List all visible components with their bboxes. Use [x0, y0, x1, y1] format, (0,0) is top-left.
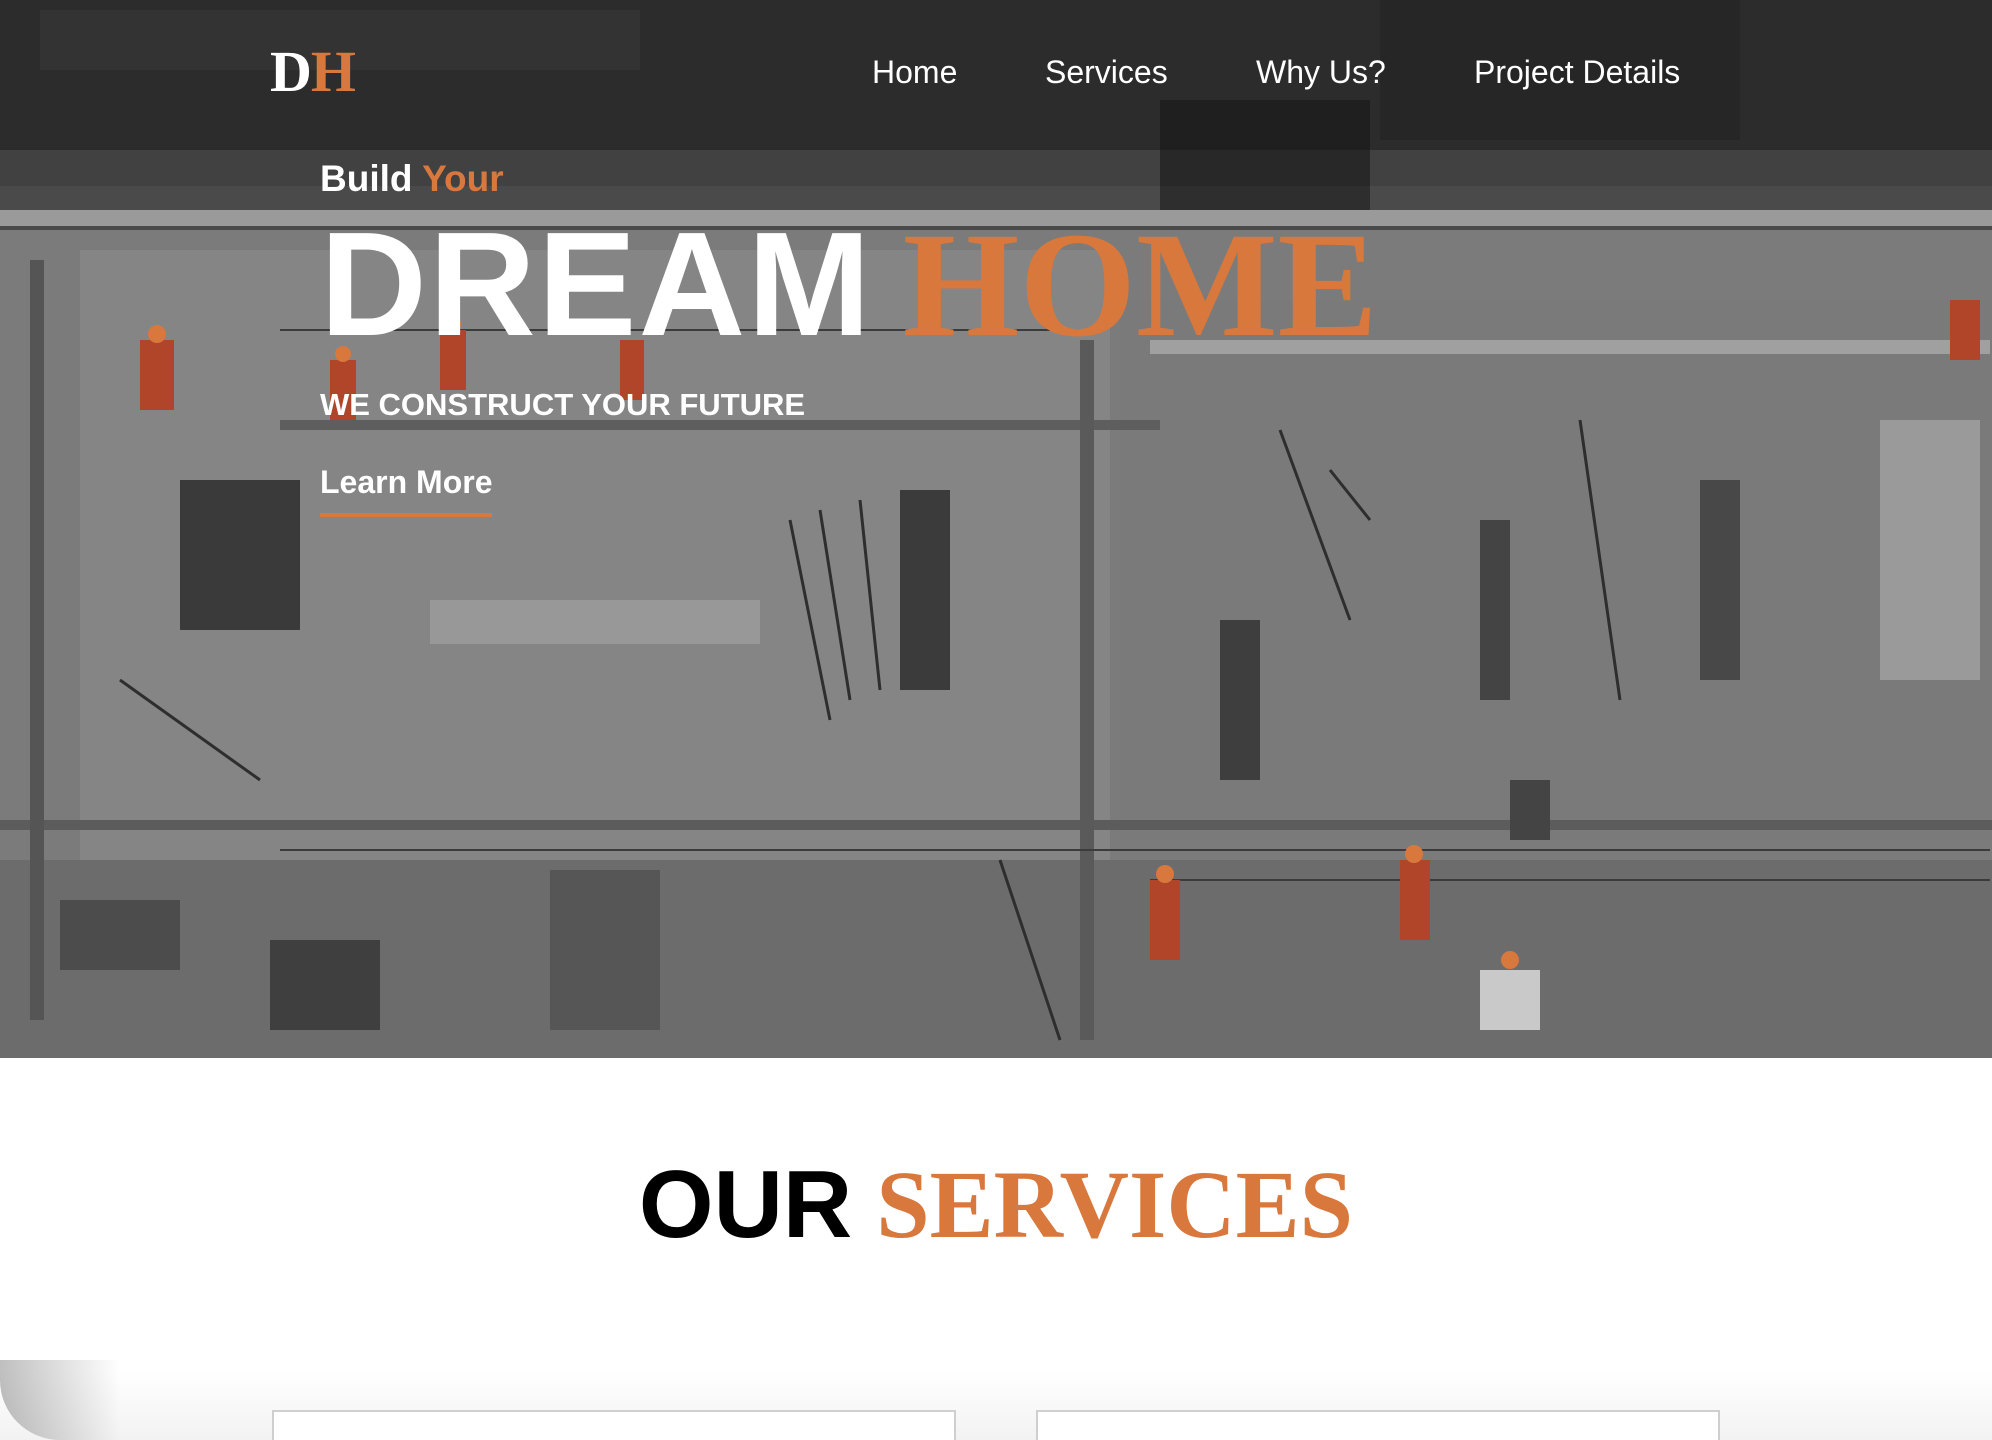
logo-letter-h: H [310, 39, 356, 104]
nav-divider-strip [0, 150, 1992, 186]
services-heading: OUR SERVICES [0, 1150, 1992, 1285]
brand-logo[interactable]: DH [270, 39, 356, 104]
nav-link-why-us[interactable]: Why Us? [1256, 52, 1386, 92]
hero-headline: DREAM HOME [320, 210, 1378, 399]
hero-section: DH Home Services Why Us? Project Details… [0, 0, 1992, 1058]
nav-link-project-details[interactable]: Project Details [1474, 52, 1680, 92]
services-heading-services: SERVICES [876, 1151, 1354, 1258]
learn-more-button[interactable]: Learn More [320, 464, 493, 517]
hero-kicker: Build Your [320, 158, 504, 200]
logo-letter-d: D [270, 39, 312, 104]
service-card-2[interactable] [1036, 1410, 1720, 1440]
nav-link-home[interactable]: Home [872, 52, 957, 92]
headline-dream: DREAM [320, 202, 873, 367]
services-heading-our: OUR [638, 1151, 853, 1258]
headline-home: HOME [902, 202, 1378, 368]
kicker-your: Your [422, 158, 504, 199]
kicker-build: Build [320, 158, 413, 199]
service-card-1[interactable] [272, 1410, 956, 1440]
nav-link-services[interactable]: Services [1045, 52, 1168, 92]
hero-tagline: WE CONSTRUCT YOUR FUTURE [320, 387, 806, 422]
